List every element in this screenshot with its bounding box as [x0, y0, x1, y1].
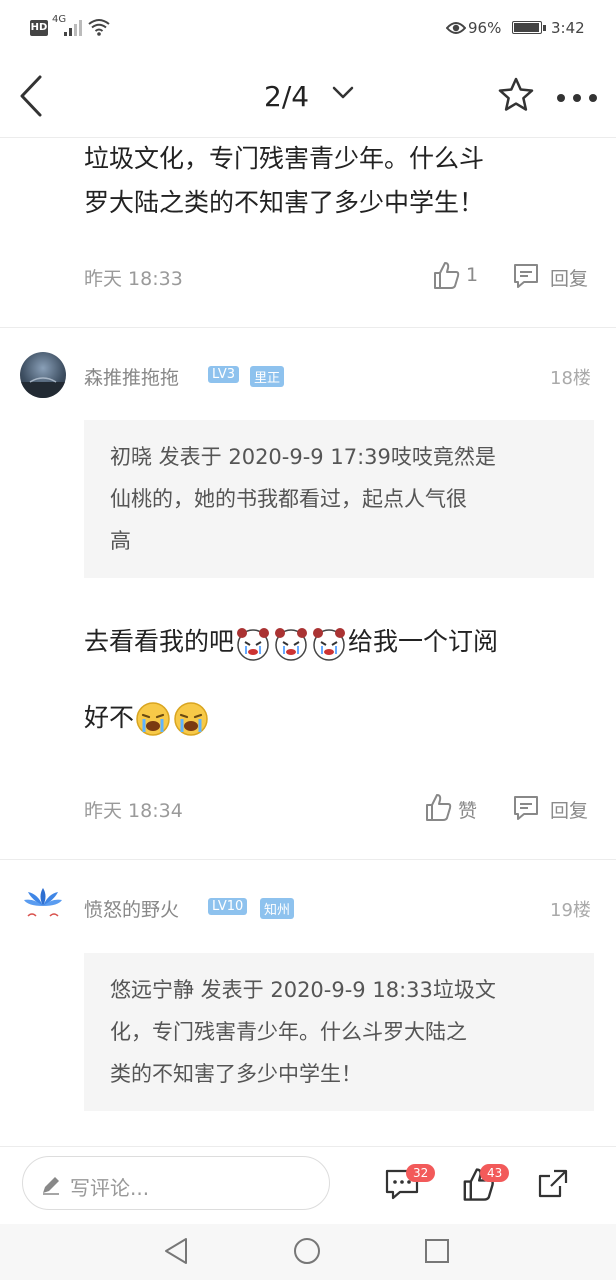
post-content-line: 去看看我的吧 给我一个订阅: [84, 620, 498, 664]
floor-number: 18楼: [550, 368, 591, 389]
crying-panda-emoji-icon: [275, 628, 308, 661]
quote-line: 悠远宁静 发表于 2020-9-9 18:33垃圾文: [110, 978, 496, 1002]
avatar[interactable]: [20, 884, 66, 924]
username[interactable]: 森推推拖拖: [84, 363, 179, 390]
signal-bars-icon: [64, 20, 82, 36]
star-icon[interactable]: [497, 76, 535, 114]
comment-placeholder[interactable]: 写评论...: [70, 1172, 149, 1201]
avatar[interactable]: [20, 352, 66, 398]
wifi-icon: [88, 19, 110, 36]
comment-input[interactable]: [22, 1156, 330, 1210]
more-icon[interactable]: [556, 93, 598, 103]
crying-panda-emoji-icon: [237, 628, 270, 661]
chevron-down-icon[interactable]: [332, 86, 354, 100]
region-badge: 里正: [250, 366, 285, 387]
post-content-line: 垃圾文化，专门残害青少年。什么斗: [84, 144, 485, 173]
quote-line: 初晓 发表于 2020-9-9 17:39吱吱竟然是: [110, 445, 496, 469]
back-triangle-icon[interactable]: [162, 1236, 190, 1266]
quote-line: 仙桃的，她的书我都看过，起点人气很: [110, 487, 467, 511]
reply-label[interactable]: 回复: [550, 796, 588, 823]
battery-icon: [512, 21, 542, 34]
quote-line: 类的不知害了多少中学生！: [110, 1062, 362, 1086]
post-divider: [0, 859, 616, 860]
back-icon[interactable]: [16, 74, 46, 118]
level-badge: LV10: [208, 898, 248, 915]
quoted-comment[interactable]: 悠远宁静 发表于 2020-9-9 18:33垃圾文 化，专门残害青少年。什么斗…: [84, 953, 594, 1111]
comment-count-badge: 32: [406, 1164, 436, 1182]
post-divider: [0, 327, 616, 328]
reply-icon[interactable]: [512, 794, 540, 822]
crying-face-emoji-icon: [136, 702, 170, 736]
page-indicator[interactable]: 2/4: [264, 80, 309, 113]
eye-comfort-icon: [446, 22, 466, 34]
home-circle-icon[interactable]: [292, 1236, 322, 1266]
quoted-comment[interactable]: 初晓 发表于 2020-9-9 17:39吱吱竟然是 仙桃的，她的书我都看过，起…: [84, 420, 594, 578]
share-icon[interactable]: [536, 1166, 570, 1200]
crying-panda-emoji-icon: [313, 628, 346, 661]
post-content-line: 好不: [84, 696, 210, 740]
post-content-text: 去看看我的吧: [84, 627, 235, 656]
level-badge: LV3: [208, 366, 239, 383]
floor-number: 19楼: [550, 900, 591, 921]
recents-square-icon[interactable]: [424, 1238, 450, 1264]
post-content-text: 给我一个订阅: [348, 627, 499, 656]
thumbs-up-icon[interactable]: [424, 792, 452, 822]
hd-indicator: HD: [30, 20, 48, 36]
status-bar: HD 4G 96% 3:42: [0, 0, 616, 56]
post-time: 昨天 18:33: [84, 268, 183, 290]
battery-percent: 96%: [468, 19, 502, 37]
quote-line: 化，专门残害青少年。什么斗罗大陆之: [110, 1020, 467, 1044]
post-content-line: 罗大陆之类的不知害了多少中学生！: [84, 188, 485, 217]
pencil-icon: [43, 1177, 59, 1195]
quote-line: 高: [110, 529, 131, 553]
reply-label[interactable]: 回复: [550, 264, 588, 291]
thumbs-up-icon[interactable]: [432, 260, 460, 290]
like-count[interactable]: 1: [466, 264, 478, 286]
reply-icon[interactable]: [512, 262, 540, 290]
crying-face-emoji-icon: [174, 702, 208, 736]
post-time: 昨天 18:34: [84, 800, 183, 822]
clock: 3:42: [551, 19, 585, 37]
region-badge: 知州: [260, 898, 295, 919]
username[interactable]: 愤怒的野火: [84, 895, 179, 922]
battery-tip: [543, 25, 546, 31]
post-content-text: 好不: [84, 703, 135, 732]
like-label[interactable]: 赞: [458, 796, 477, 823]
like-count-badge: 43: [480, 1164, 510, 1182]
